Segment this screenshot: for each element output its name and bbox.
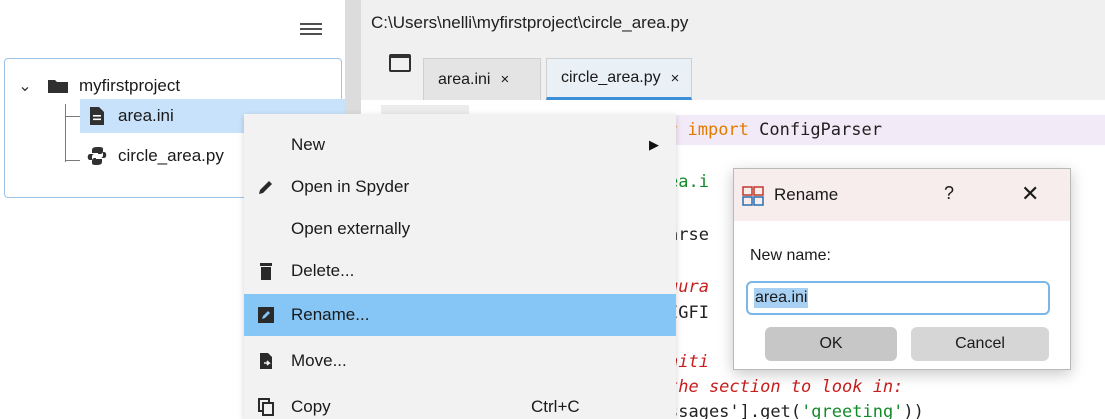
- rename-dialog: Rename ? ✕ New name: area.ini OK Cancel: [733, 168, 1071, 370]
- tab-label: area.ini: [438, 70, 491, 88]
- submenu-arrow-icon: ▶: [649, 137, 659, 152]
- new-name-input[interactable]: area.ini: [746, 281, 1050, 315]
- code-comment: the section to look in:: [668, 377, 904, 397]
- editor-tab-bar: area.ini × circle_area.py ×: [361, 44, 1105, 100]
- menu-item-label: Copy: [291, 397, 331, 416]
- tree-item-project[interactable]: ⌄ myfirstproject: [15, 69, 180, 103]
- browse-tabs-icon[interactable]: [389, 54, 411, 72]
- menu-item-label: Move...: [291, 351, 347, 370]
- file-path: C:\Users\nelli\myfirstproject\circle_are…: [371, 13, 689, 32]
- tab-label: circle_area.py: [561, 69, 661, 86]
- spyder-app-icon: [742, 186, 764, 206]
- menu-item-label: New: [291, 135, 326, 154]
- menu-item-label: Rename...: [291, 305, 370, 324]
- input-value: area.ini: [754, 288, 809, 308]
- move-icon: [256, 351, 276, 371]
- dialog-title-bar[interactable]: Rename ? ✕: [734, 169, 1070, 221]
- trash-icon: [256, 261, 276, 281]
- menu-item-delete[interactable]: Delete...: [244, 250, 676, 292]
- file-name: circle_area.py: [118, 146, 224, 165]
- menu-item-copy[interactable]: Copy Ctrl+C: [244, 386, 676, 419]
- menu-item-new[interactable]: New ▶: [244, 124, 676, 166]
- close-tab-icon[interactable]: ×: [671, 70, 680, 87]
- menu-item-open-externally[interactable]: Open externally: [244, 208, 676, 250]
- menu-item-label: Delete...: [291, 261, 355, 280]
- dialog-title: Rename: [774, 185, 839, 204]
- menu-item-open-in-spyder[interactable]: Open in Spyder: [244, 166, 676, 208]
- menu-item-shortcut: Ctrl+C: [531, 397, 580, 416]
- tree-item-circle-area-py[interactable]: circle_area.py: [80, 139, 224, 173]
- code-token: ConfigParser: [748, 120, 882, 140]
- close-icon[interactable]: ✕: [1021, 181, 1039, 207]
- menu-item-move[interactable]: Move...: [244, 340, 676, 382]
- code-token: ssages'].get(: [668, 402, 802, 419]
- menu-item-label: Open externally: [291, 219, 411, 238]
- code-line: r import ConfigParser: [667, 120, 882, 140]
- ini-file-icon: [86, 106, 108, 126]
- tab-circle-area-py[interactable]: circle_area.py ×: [546, 58, 692, 100]
- hamburger-menu-icon[interactable]: [300, 20, 322, 40]
- new-name-label: New name:: [750, 247, 831, 264]
- project-name: myfirstproject: [79, 76, 181, 95]
- context-menu: New ▶ Open in Spyder Open externally Del…: [244, 114, 676, 419]
- folder-icon: [47, 76, 69, 96]
- copy-icon: [256, 397, 276, 417]
- code-line: ssages'].get('greeting')): [668, 402, 924, 419]
- code-string: 'greeting': [801, 402, 904, 419]
- help-icon[interactable]: ?: [944, 183, 954, 204]
- cancel-button[interactable]: Cancel: [911, 327, 1049, 361]
- chevron-down-icon[interactable]: ⌄: [15, 76, 35, 96]
- rename-icon: [256, 305, 276, 325]
- code-token: )): [903, 402, 924, 419]
- python-file-icon: [86, 146, 108, 166]
- close-tab-icon[interactable]: ×: [500, 71, 509, 88]
- menu-item-rename[interactable]: Rename...: [244, 294, 676, 336]
- menu-item-label: Open in Spyder: [291, 177, 410, 196]
- ok-button[interactable]: OK: [765, 327, 897, 361]
- code-keyword: import: [687, 120, 749, 140]
- tab-area-ini[interactable]: area.ini ×: [423, 58, 541, 100]
- pencil-icon: [256, 177, 276, 197]
- file-name: area.ini: [118, 106, 174, 125]
